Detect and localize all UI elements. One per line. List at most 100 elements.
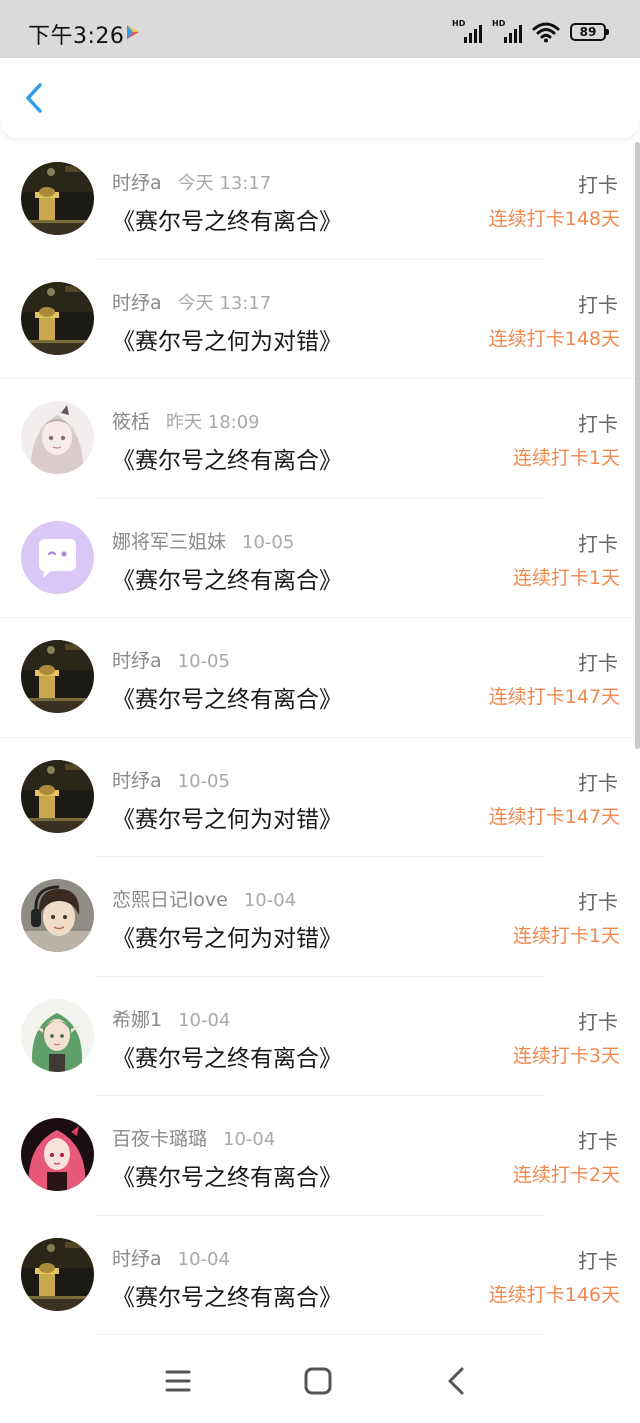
username[interactable]: 筱栝 <box>112 411 150 433</box>
avatar-image <box>21 401 94 474</box>
post-time: 昨天 18:09 <box>166 412 260 433</box>
post-time: 10-04 <box>243 890 297 911</box>
username[interactable]: 恋熙日记love <box>112 889 228 911</box>
username[interactable]: 时纾a <box>112 172 162 194</box>
menu-icon[interactable] <box>158 1361 198 1401</box>
streak-badge: 连续打卡147天 <box>488 686 620 708</box>
list-item[interactable]: 百夜卡璐璐 10-04 《赛尔号之终有离合》 打卡 连续打卡2天 <box>0 1096 640 1216</box>
divider <box>96 1334 544 1335</box>
chevron-left-icon[interactable] <box>18 78 54 118</box>
user-line: 时纾a 10-05 <box>112 766 230 793</box>
streak-badge: 连续打卡146天 <box>488 1283 620 1306</box>
user-line: 时纾a 今天 13:17 <box>112 288 271 315</box>
avatar-image <box>21 1118 94 1191</box>
user-line: 希娜1 10-04 <box>112 1005 230 1032</box>
list-item[interactable]: 筱栝 昨天 18:09 《赛尔号之终有离合》 打卡 连续打卡1天 <box>0 379 640 499</box>
home-square-icon[interactable] <box>298 1361 338 1401</box>
avatar-image <box>21 281 94 355</box>
avatar-image <box>21 640 94 713</box>
streak-badge: 连续打卡3天 <box>512 1044 620 1067</box>
avatar[interactable] <box>21 162 94 235</box>
streak-badge: 连续打卡148天 <box>488 208 620 230</box>
work-title: 《赛尔号之终有离合》 <box>112 567 342 594</box>
signal-icon-sim2: HD <box>492 19 522 43</box>
list-item[interactable]: 希娜1 10-04 《赛尔号之终有离合》 打卡 连续打卡3天 <box>0 977 640 1096</box>
avatar[interactable] <box>21 520 94 594</box>
work-title: 《赛尔号之终有离合》 <box>112 687 342 713</box>
avatar-image <box>21 162 94 235</box>
username[interactable]: 时纾a <box>112 650 162 672</box>
checkin-label: 打卡 <box>578 173 618 197</box>
streak-badge: 连续打卡147天 <box>488 805 620 828</box>
username[interactable]: 时纾a <box>112 292 162 314</box>
user-line: 时纾a 10-04 <box>112 1244 230 1271</box>
username[interactable]: 百夜卡璐璐 <box>112 1128 207 1150</box>
scrollbar[interactable] <box>635 142 640 749</box>
status-time: 下午3:26 <box>28 24 125 49</box>
list-item[interactable]: 时纾a 10-05 《赛尔号之何为对错》 打卡 连续打卡147天 <box>0 738 640 857</box>
avatar-image <box>21 759 94 833</box>
checkin-label: 打卡 <box>578 890 618 914</box>
checkin-label: 打卡 <box>578 651 618 675</box>
work-title: 《赛尔号之何为对错》 <box>112 806 342 833</box>
avatar-image <box>21 1237 94 1311</box>
avatar-image <box>21 879 94 952</box>
avatar[interactable] <box>21 401 94 474</box>
username[interactable]: 时纾a <box>112 770 162 792</box>
post-time: 10-04 <box>178 1009 231 1031</box>
username[interactable]: 希娜1 <box>112 1009 162 1031</box>
post-time: 10-05 <box>177 651 230 672</box>
work-title: 《赛尔号之何为对错》 <box>112 328 342 355</box>
avatar[interactable] <box>21 281 94 355</box>
work-title: 《赛尔号之终有离合》 <box>112 1165 342 1191</box>
checkin-label: 打卡 <box>578 1129 618 1153</box>
avatar[interactable] <box>21 1118 94 1191</box>
checkin-label: 打卡 <box>578 412 618 436</box>
streak-badge: 连续打卡148天 <box>488 327 620 350</box>
post-time: 今天 13:17 <box>177 173 272 194</box>
avatar-image <box>21 520 94 594</box>
back-triangle-icon[interactable] <box>437 1361 477 1401</box>
username[interactable]: 娜将军三姐妹 <box>112 531 226 553</box>
work-title: 《赛尔号之终有离合》 <box>112 1284 342 1311</box>
avatar[interactable] <box>21 879 94 952</box>
avatar[interactable] <box>21 998 94 1072</box>
user-line: 娜将军三姐妹 10-05 <box>112 527 294 554</box>
list-item[interactable]: 时纾a 今天 13:17 《赛尔号之何为对错》 打卡 连续打卡148天 <box>0 260 640 379</box>
list-item[interactable]: 娜将军三姐妹 10-05 《赛尔号之终有离合》 打卡 连续打卡1天 <box>0 499 640 618</box>
app-notification-icon <box>127 25 139 39</box>
checkin-label: 打卡 <box>578 292 618 317</box>
avatar[interactable] <box>21 1237 94 1311</box>
list-item[interactable]: 时纾a 10-04 《赛尔号之终有离合》 打卡 连续打卡146天 <box>0 1216 640 1335</box>
username[interactable]: 时纾a <box>112 1248 162 1270</box>
system-nav-bar <box>0 1343 640 1423</box>
screen: 下午3:26 HD HD 89 时纾a 今天 13:17 《赛尔号之终有离合》 … <box>0 0 640 1423</box>
checkin-label: 打卡 <box>578 1009 618 1034</box>
work-title: 《赛尔号之终有离合》 <box>112 448 342 474</box>
post-time: 10-04 <box>223 1129 276 1150</box>
checkin-label: 打卡 <box>578 770 618 795</box>
streak-badge: 连续打卡2天 <box>512 1164 620 1186</box>
post-time: 10-05 <box>242 531 295 553</box>
status-bar: 下午3:26 HD HD 89 <box>0 0 640 58</box>
checkin-label: 打卡 <box>578 531 618 556</box>
user-line: 恋熙日记love 10-04 <box>112 885 296 912</box>
battery-level: 89 <box>579 25 597 39</box>
wifi-icon <box>532 22 560 43</box>
user-line: 百夜卡璐璐 10-04 <box>112 1124 275 1151</box>
streak-badge: 连续打卡1天 <box>512 566 620 589</box>
list-item[interactable]: 时纾a 今天 13:17 《赛尔号之终有离合》 打卡 连续打卡148天 <box>0 140 640 260</box>
avatar[interactable] <box>21 640 94 713</box>
user-line: 时纾a 今天 13:17 <box>112 168 271 195</box>
avatar[interactable] <box>21 759 94 833</box>
list-item[interactable]: 恋熙日记love 10-04 《赛尔号之何为对错》 打卡 连续打卡1天 <box>0 857 640 977</box>
user-line: 筱栝 昨天 18:09 <box>112 407 260 434</box>
signal-icon-sim1: HD <box>452 19 482 43</box>
streak-badge: 连续打卡1天 <box>512 925 620 947</box>
user-line: 时纾a 10-05 <box>112 646 230 673</box>
streak-badge: 连续打卡1天 <box>512 447 620 469</box>
work-title: 《赛尔号之终有离合》 <box>112 1045 342 1072</box>
list-item[interactable]: 时纾a 10-05 《赛尔号之终有离合》 打卡 连续打卡147天 <box>0 618 640 738</box>
header <box>0 58 640 138</box>
status-indicators: HD HD 89 <box>452 19 609 44</box>
